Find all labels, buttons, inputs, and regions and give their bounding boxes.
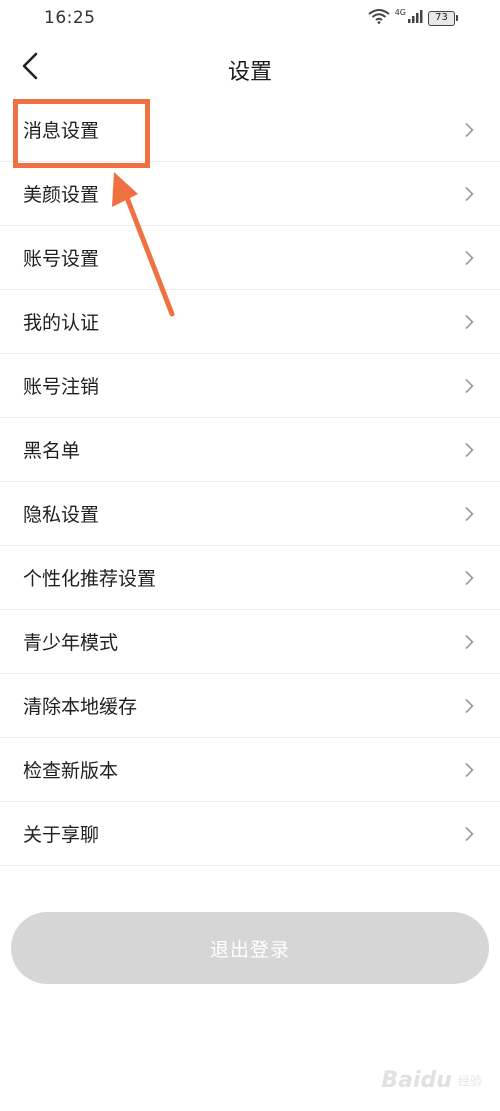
page-title: 设置	[227, 60, 272, 85]
settings-item-message[interactable]: 消息设置	[0, 98, 500, 162]
status-icons: 4G 73	[368, 8, 458, 28]
settings-item-personalized-recommendation[interactable]: 个性化推荐设置	[0, 546, 500, 610]
settings-item-label: 黑名单	[23, 440, 81, 462]
settings-item-label: 清除本地缓存	[23, 696, 138, 718]
chevron-right-icon	[465, 442, 474, 458]
settings-screen: 16:25 4G 73 设置 消息设置 美颜设置 账号设置 我的认证 账号注销 …	[0, 0, 500, 1111]
chevron-right-icon	[465, 826, 474, 842]
watermark: Baidu 经验	[381, 1068, 482, 1093]
chevron-right-icon	[465, 506, 474, 522]
settings-item-label: 个性化推荐设置	[23, 568, 157, 590]
settings-list: 消息设置 美颜设置 账号设置 我的认证 账号注销 黑名单 隐私设置 个性化推荐设…	[0, 98, 500, 866]
settings-item-blacklist[interactable]: 黑名单	[0, 418, 500, 482]
battery-tip	[456, 15, 458, 21]
chevron-right-icon	[465, 122, 474, 138]
chevron-right-icon	[465, 570, 474, 586]
status-bar: 16:25 4G 73	[0, 0, 500, 36]
settings-item-deactivate[interactable]: 账号注销	[0, 354, 500, 418]
settings-item-label: 检查新版本	[23, 760, 119, 782]
logout-button[interactable]: 退出登录	[11, 912, 489, 984]
chevron-right-icon	[465, 378, 474, 394]
settings-item-verification[interactable]: 我的认证	[0, 290, 500, 354]
settings-item-label: 关于享聊	[23, 824, 100, 846]
settings-item-teen-mode[interactable]: 青少年模式	[0, 610, 500, 674]
watermark-logo: Baidu	[381, 1068, 452, 1093]
chevron-right-icon	[465, 250, 474, 266]
settings-item-label: 我的认证	[23, 312, 100, 334]
settings-item-label: 消息设置	[23, 120, 100, 142]
settings-item-clear-cache[interactable]: 清除本地缓存	[0, 674, 500, 738]
wifi-icon	[368, 8, 390, 28]
settings-item-check-update[interactable]: 检查新版本	[0, 738, 500, 802]
watermark-sub: 经验	[457, 1074, 482, 1088]
signal-icon	[407, 8, 423, 28]
settings-item-about[interactable]: 关于享聊	[0, 802, 500, 866]
settings-item-beauty[interactable]: 美颜设置	[0, 162, 500, 226]
chevron-right-icon	[465, 314, 474, 330]
header: 设置	[0, 40, 500, 96]
settings-item-label: 美颜设置	[23, 184, 100, 206]
settings-item-account[interactable]: 账号设置	[0, 226, 500, 290]
chevron-right-icon	[465, 698, 474, 714]
chevron-right-icon	[465, 634, 474, 650]
battery-icon: 73	[428, 10, 458, 26]
settings-item-label: 账号注销	[23, 376, 100, 398]
settings-item-label: 隐私设置	[23, 504, 100, 526]
chevron-right-icon	[465, 186, 474, 202]
network-type-label: 4G	[394, 7, 406, 17]
battery-level: 73	[428, 10, 455, 26]
chevron-right-icon	[465, 762, 474, 778]
settings-item-privacy[interactable]: 隐私设置	[0, 482, 500, 546]
settings-item-label: 账号设置	[23, 248, 100, 270]
status-time: 16:25	[44, 8, 96, 28]
settings-item-label: 青少年模式	[23, 632, 119, 654]
